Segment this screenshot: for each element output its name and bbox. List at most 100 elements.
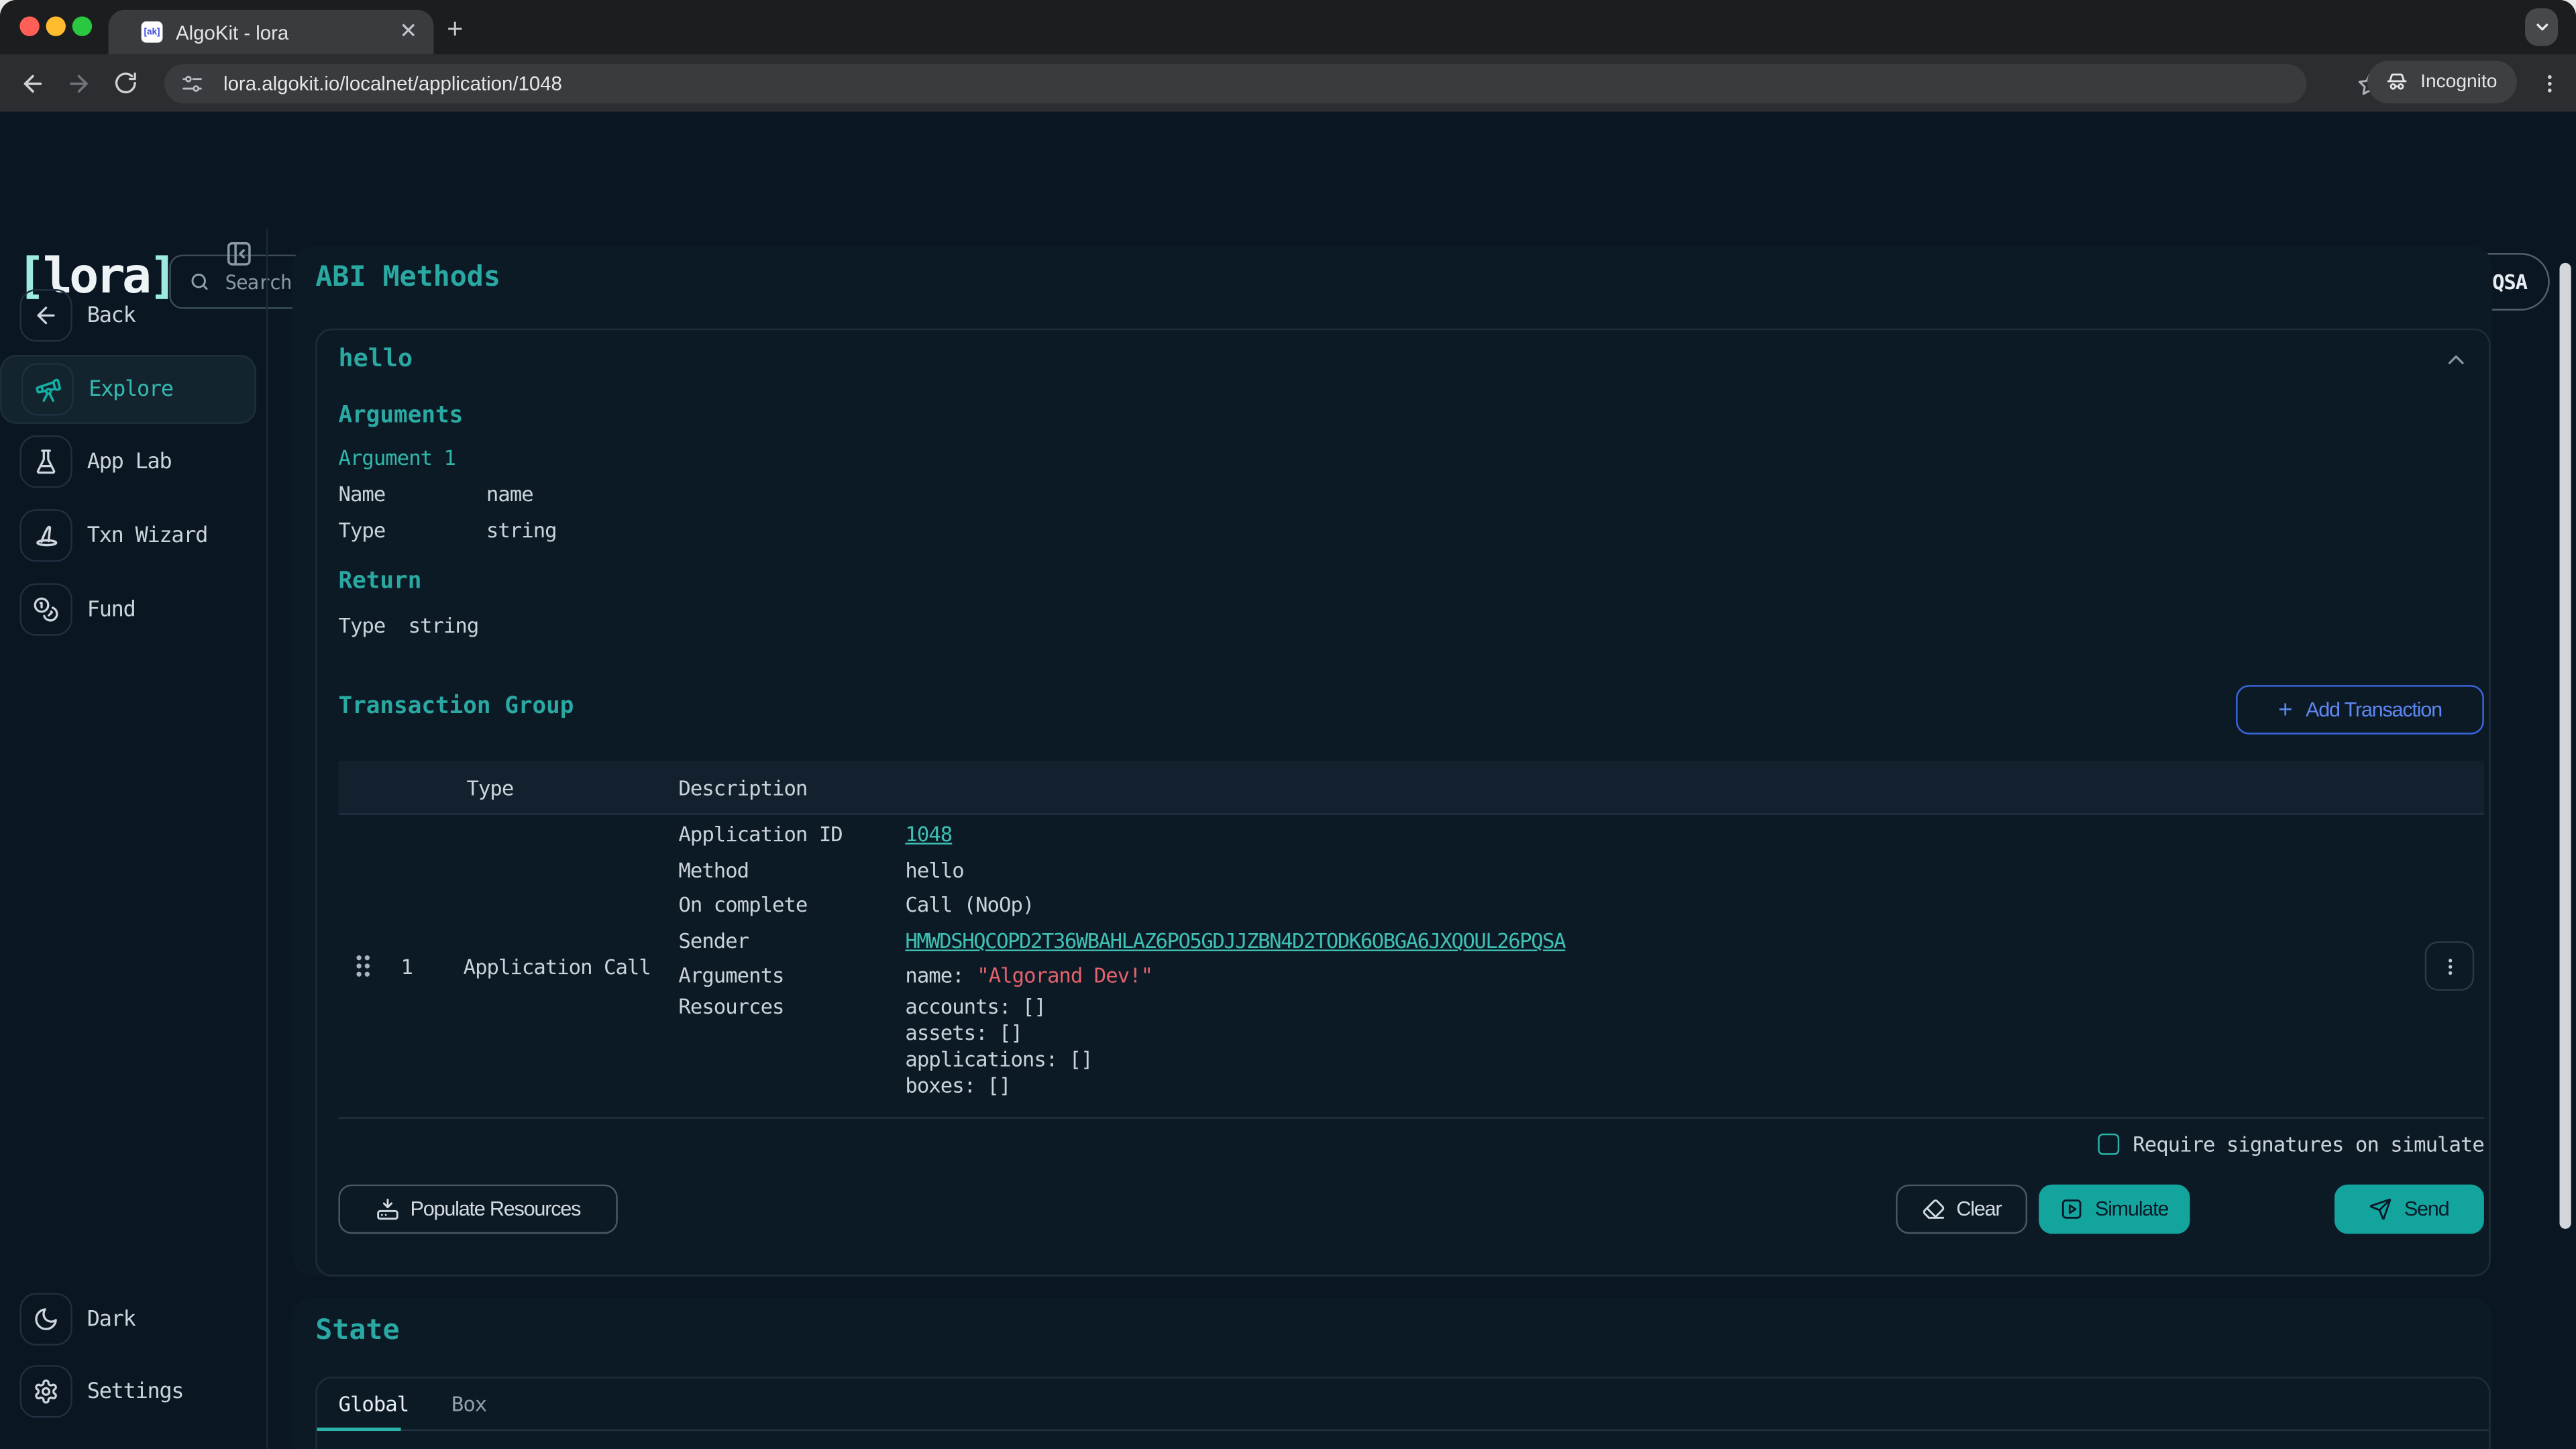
collapse-method-button[interactable] [2443, 347, 2469, 373]
app-header: [lora] LocalNet HMWD…PQSA [0, 112, 2576, 229]
txn-wizard-icon-box [19, 509, 72, 561]
eraser-icon [1922, 1197, 1945, 1220]
minimize-window-button[interactable] [46, 16, 66, 36]
field-resources: Resources accounts: [] assets: [] applic… [678, 993, 1565, 1100]
transaction-type: Application Call [464, 955, 651, 979]
return-row: Type string [338, 612, 478, 637]
sidebar-item-label: Txn Wizard [87, 523, 207, 548]
chevron-down-icon [2532, 18, 2551, 36]
resource-accounts: accounts: [] [905, 993, 1092, 1020]
send-label: Send [2404, 1197, 2449, 1220]
forward-nav-button[interactable] [56, 60, 102, 106]
resource-applications: applications: [] [905, 1046, 1092, 1073]
sidebar-item-label: App Lab [87, 449, 172, 474]
argument-type-row: Type string [338, 517, 556, 542]
resource-boxes: boxes: [] [905, 1073, 1092, 1100]
tab-search-button[interactable] [2525, 8, 2558, 46]
reload-icon [113, 70, 138, 95]
state-title: State [315, 1314, 399, 1347]
sidebar-item-settings[interactable]: Settings [0, 1365, 256, 1417]
send-button[interactable]: Send [2334, 1185, 2484, 1234]
field-application-id: Application ID 1048 [678, 816, 1565, 852]
square-play-icon [2060, 1197, 2083, 1220]
clear-button[interactable]: Clear [1896, 1185, 2027, 1234]
abi-methods-section: ABI Methods hello Arguments Argument 1 N… [292, 246, 2492, 1277]
browser-toolbar: lora.algokit.io/localnet/application/104… [0, 54, 2576, 112]
site-settings-icon[interactable] [174, 61, 211, 107]
on-complete-value: Call (NoOp) [905, 892, 1034, 917]
transaction-table: Type Description 1 Application Call Appl… [338, 761, 2483, 1119]
add-transaction-label: Add Transaction [2306, 698, 2442, 721]
tab-global[interactable]: Global [317, 1379, 430, 1430]
explore-icon-box [21, 363, 74, 415]
field-key: On complete [678, 892, 905, 917]
arguments-heading: Arguments [338, 402, 463, 429]
new-tab-button[interactable]: + [447, 13, 463, 46]
transaction-description: Application ID 1048 Method hello On comp… [678, 816, 1565, 1100]
return-key: Type [338, 612, 385, 637]
column-header-description: Description [678, 775, 807, 800]
field-key: Arguments [678, 963, 905, 988]
tab-strip: [ak] AlgoKit - lora ✕ + [0, 0, 2576, 54]
arrow-left-icon [33, 303, 59, 329]
address-bar[interactable]: lora.algokit.io/localnet/application/104… [164, 64, 2306, 104]
sidebar-item-fund[interactable]: Fund [0, 583, 256, 635]
sidebar-item-label: Back [87, 303, 136, 328]
theme-icon-box [19, 1293, 72, 1345]
coins-icon [33, 596, 59, 623]
populate-resources-button[interactable]: Populate Resources [338, 1185, 617, 1234]
browser-tab[interactable]: [ak] AlgoKit - lora ✕ [109, 10, 434, 54]
sidebar-item-app-lab[interactable]: App Lab [0, 435, 256, 488]
maximize-window-button[interactable] [72, 16, 92, 36]
kebab-menu-icon [2538, 72, 2561, 95]
incognito-icon [2384, 70, 2410, 93]
sidebar-item-label: Explore [89, 377, 173, 402]
transaction-row[interactable]: 1 Application Call Application ID 1048 M… [338, 815, 2483, 1119]
sidebar-item-theme-toggle[interactable]: Dark [0, 1293, 256, 1345]
app-lab-icon-box [19, 435, 72, 488]
abi-methods-title: ABI Methods [315, 261, 500, 294]
simulate-button[interactable]: Simulate [2039, 1185, 2190, 1234]
tune-icon [180, 72, 203, 95]
clear-label: Clear [1956, 1197, 2001, 1220]
gear-icon [33, 1379, 59, 1405]
sidebar-item-explore[interactable]: Explore [0, 355, 256, 424]
sidebar-item-txn-wizard[interactable]: Txn Wizard [0, 509, 256, 561]
transaction-table-header: Type Description [338, 761, 2483, 815]
sidebar-collapse-button[interactable] [222, 237, 255, 270]
sender-address-link[interactable]: HMWDSHQCOPD2T36WBAHLAZ6PO5GDJJZBN4D2TODK… [905, 928, 1565, 953]
require-signatures-label: Require signatures on simulate [2133, 1132, 2484, 1157]
require-signatures-checkbox[interactable] [2098, 1134, 2120, 1155]
telescope-icon [34, 376, 62, 404]
incognito-badge: Incognito [2368, 61, 2517, 104]
method-name: hello [338, 343, 413, 373]
state-section: State Global Box [292, 1298, 2492, 1449]
argument-value: "Algorand Dev!" [977, 963, 1152, 988]
resources-list: accounts: [] assets: [] applications: []… [905, 993, 1092, 1100]
return-value: string [409, 612, 479, 637]
page-scrollbar[interactable] [2560, 263, 2571, 1229]
moon-icon [33, 1306, 59, 1332]
transaction-menu-button[interactable] [2425, 941, 2474, 990]
method-card: hello Arguments Argument 1 Name name Typ… [315, 329, 2490, 1277]
panel-collapse-icon [224, 239, 252, 267]
state-tabs: Global Box [317, 1379, 2489, 1431]
drag-handle[interactable] [354, 953, 373, 979]
argument-name-key: Name [338, 482, 486, 506]
tab-box[interactable]: Box [430, 1379, 508, 1430]
sidebar-item-back[interactable]: Back [0, 289, 256, 341]
browser-menu-button[interactable] [2527, 61, 2573, 107]
state-card: Global Box [315, 1377, 2490, 1449]
back-nav-button[interactable] [10, 60, 56, 106]
arrow-left-icon [19, 70, 46, 96]
reload-button[interactable] [102, 60, 148, 106]
plus-icon: + [2278, 698, 2292, 722]
close-window-button[interactable] [19, 16, 39, 36]
grip-dots-icon [354, 953, 373, 979]
tab-close-icon[interactable]: ✕ [399, 19, 417, 42]
application-id-link[interactable]: 1048 [905, 822, 952, 847]
kebab-menu-icon [2439, 955, 2461, 977]
add-transaction-button[interactable]: + Add Transaction [2236, 685, 2484, 734]
field-key: Application ID [678, 822, 905, 847]
sidebar-item-label: Fund [87, 597, 136, 622]
